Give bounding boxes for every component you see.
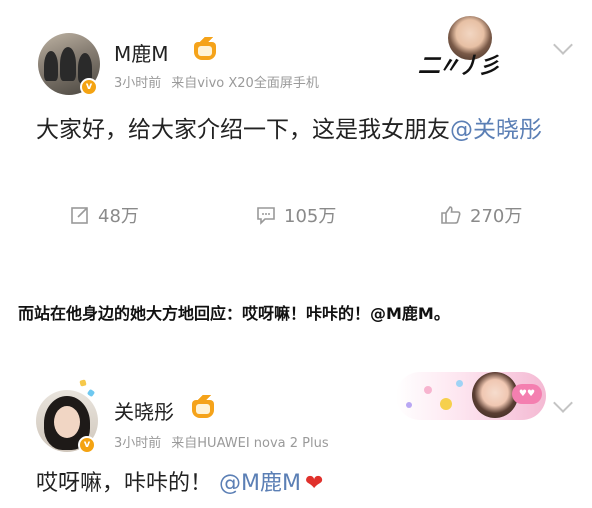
post-source: 来自vivo X20全面屏手机: [171, 76, 319, 91]
post-content: 大家好，给大家介绍一下，这是我女朋友@关晓彤: [36, 112, 566, 149]
chevron-down-icon[interactable]: [553, 35, 573, 55]
verified-badge: v: [78, 436, 96, 454]
article-caption: 而站在他身边的她大方地回应：哎呀嘛！咔咔的！@M鹿M。: [18, 304, 450, 323]
like-count: 270万: [470, 206, 523, 227]
sticker-tag: ♥♥: [512, 384, 542, 404]
post-time: 3小时前: [114, 436, 162, 451]
repost-icon: [71, 207, 88, 224]
post-meta: 3小时前 来自vivo X20全面屏手机: [114, 72, 319, 91]
heart-icon: ❤: [304, 471, 324, 496]
verified-badge: v: [80, 78, 98, 96]
mention-link[interactable]: @M鹿M: [219, 471, 301, 496]
post-text: 大家好，给大家介绍一下，这是我女朋友: [36, 117, 450, 143]
post-text: 哎呀嘛，咔咔的！: [36, 471, 213, 496]
vip-crown-icon: [194, 37, 216, 60]
post-content: 哎呀嘛，咔咔的！ @M鹿M ❤: [36, 468, 566, 500]
comment-button[interactable]: 105万: [256, 202, 336, 228]
comment-icon: [257, 207, 275, 225]
mention-link[interactable]: @关晓彤: [450, 117, 542, 143]
weibo-post-1: v M鹿M 3小时前 来自vivo X20全面屏手机 二〃丿彡 大家好，给大家介绍…: [0, 0, 592, 254]
handwriting-decoration: 二〃丿彡: [418, 53, 500, 79]
repost-count: 48万: [98, 206, 139, 227]
thumbs-up-icon: [441, 206, 461, 224]
post-meta: 3小时前 来自HUAWEI nova 2 Plus: [114, 432, 329, 451]
like-button[interactable]: 270万: [440, 202, 522, 228]
comment-count: 105万: [284, 206, 337, 227]
card-decoration-image: 二〃丿彡: [412, 14, 532, 79]
action-bar: 48万 105万 270万: [0, 200, 592, 230]
chevron-down-icon[interactable]: [553, 393, 573, 413]
author-name[interactable]: 关晓彤: [114, 396, 174, 425]
card-decoration-image: ♥♥: [396, 372, 546, 420]
repost-button[interactable]: 48万: [70, 202, 139, 228]
post-source: 来自HUAWEI nova 2 Plus: [171, 436, 329, 451]
author-name[interactable]: M鹿M: [114, 38, 169, 67]
post-time: 3小时前: [114, 76, 162, 91]
vip-crown-icon: [192, 395, 214, 418]
